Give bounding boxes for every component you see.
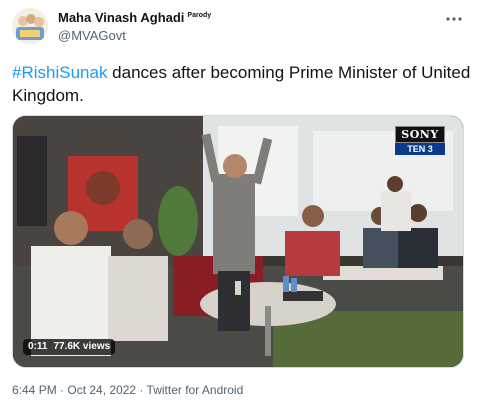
channel-logo: SONY TEN 3 (395, 126, 445, 155)
video-views: 77.6K views (53, 341, 111, 352)
more-options-button[interactable] (443, 12, 465, 26)
tweet-text: #RishiSunak dances after becoming Prime … (12, 61, 472, 107)
channel-brand: SONY (395, 126, 445, 143)
tweet-time[interactable]: 6:44 PM (12, 383, 57, 397)
meta-separator: · (56, 383, 68, 397)
parody-label: Parody (187, 12, 212, 19)
avatar[interactable] (12, 8, 48, 44)
tweet-source[interactable]: Twitter for Android (147, 383, 244, 397)
user-handle[interactable]: @MVAGovt (58, 28, 126, 44)
author-name-row: Maha Vinash Aghadi Parody (58, 10, 211, 26)
display-name[interactable]: Maha Vinash Aghadi (58, 10, 184, 26)
meta-separator-2: · (136, 383, 147, 397)
video-player[interactable]: SONY TEN 3 0:11 77.6K views (12, 115, 464, 368)
video-info-badge: 0:11 77.6K views (23, 339, 116, 355)
tweet-metadata: 6:44 PM · Oct 24, 2022 · Twitter for And… (12, 383, 243, 397)
channel-name: TEN 3 (395, 143, 445, 155)
tweet-date[interactable]: Oct 24, 2022 (67, 383, 136, 397)
tweet-card: Maha Vinash Aghadi Parody @MVAGovt #Rish… (0, 0, 485, 409)
more-dots-icon (446, 17, 462, 21)
hashtag-link[interactable]: #RishiSunak (12, 63, 107, 82)
video-duration: 0:11 (28, 341, 48, 352)
